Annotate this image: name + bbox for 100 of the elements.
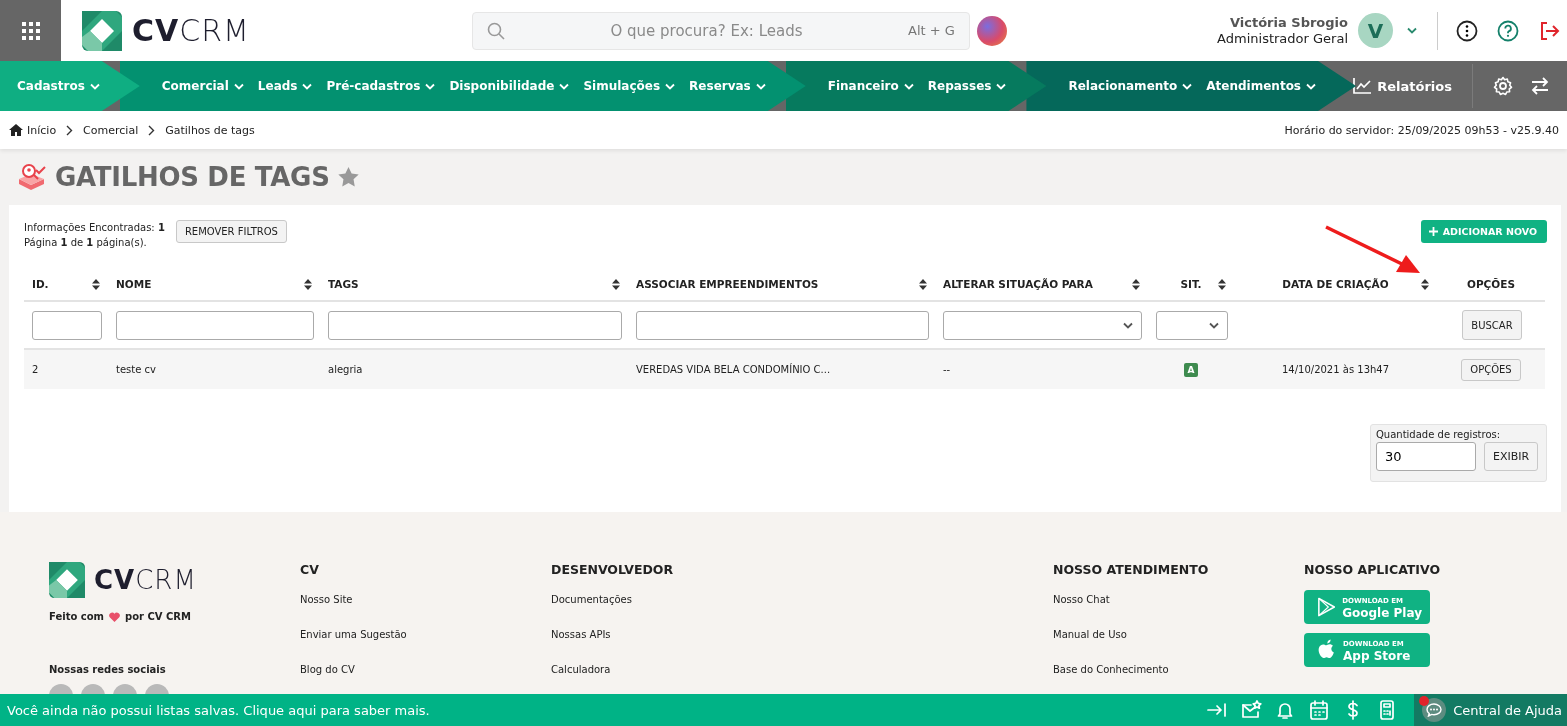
breadcrumb-link[interactable]: Comercial xyxy=(83,123,139,137)
menu-item[interactable]: Disponibilidade xyxy=(449,79,570,93)
chevron-down-icon xyxy=(755,82,766,90)
footer-heading: NOSSO ATENDIMENTO xyxy=(1053,562,1210,579)
column-header[interactable]: SIT. xyxy=(1180,278,1202,290)
footer-link[interactable]: Calculadora xyxy=(551,664,802,687)
help-icon[interactable] xyxy=(1497,19,1519,42)
chevron-down-icon xyxy=(233,82,244,90)
status-badge: A xyxy=(1183,362,1199,377)
chevron-down-icon xyxy=(903,82,914,90)
plus-icon xyxy=(1428,227,1438,236)
footer-link[interactable]: Nosso Site xyxy=(300,594,551,617)
sort-icon[interactable] xyxy=(919,278,927,290)
user-name: Victória Sbrogio xyxy=(1229,14,1348,31)
footer-link[interactable]: Base do Conhecimento xyxy=(1053,664,1304,687)
sort-icon[interactable] xyxy=(612,278,620,290)
menu-item[interactable]: Financeiro xyxy=(827,79,914,93)
server-time: Horário do servidor: 25/09/2025 09h53 - v25.9.40 xyxy=(1284,123,1559,137)
menu-item[interactable]: Comercial xyxy=(161,79,244,93)
calendar-icon[interactable] xyxy=(1308,699,1331,721)
menu-item[interactable]: Reservas xyxy=(689,79,766,93)
user-menu-chevron-icon xyxy=(1407,27,1417,34)
table-cell: -- xyxy=(943,364,951,375)
footer-credit: por CV CRM xyxy=(125,611,191,622)
footer-heading: CV xyxy=(300,562,320,579)
chevron-down-icon xyxy=(559,82,570,90)
options-button[interactable]: OPÇÕES xyxy=(1461,358,1521,381)
user-avatar[interactable]: V xyxy=(1358,13,1393,48)
menu-item[interactable]: Atendimentos xyxy=(1206,79,1316,93)
chevron-down-icon xyxy=(1123,321,1133,329)
footer-link[interactable]: Documentações xyxy=(551,594,802,617)
menu-item[interactable]: Repasses xyxy=(927,79,1007,93)
footer-link[interactable]: Blog do CV xyxy=(300,664,551,687)
menu-item[interactable]: Relacionamento xyxy=(1068,79,1193,93)
footer-link[interactable]: Nossas APIs xyxy=(551,629,802,652)
menu-item[interactable]: Leads xyxy=(257,79,313,93)
breadcrumb-link[interactable]: Início xyxy=(27,123,57,137)
chevron-down-icon xyxy=(1209,321,1219,329)
footer-link[interactable]: Nosso Chat xyxy=(1053,594,1304,617)
settings-icon[interactable] xyxy=(1493,76,1513,96)
menu-item[interactable]: Pré-cadastros xyxy=(326,79,436,93)
chevron-down-icon xyxy=(996,82,1007,90)
assistant-orb-icon[interactable] xyxy=(976,15,1007,46)
sort-icon[interactable] xyxy=(1421,278,1429,290)
page-count: Página 1 de 1 página(s). xyxy=(24,236,148,250)
search-icon xyxy=(486,21,505,40)
apps-menu-button[interactable] xyxy=(0,0,61,61)
footer-heading: DESENVOLVEDOR xyxy=(551,562,675,579)
chevron-down-icon xyxy=(665,82,676,90)
logo-icon xyxy=(49,562,85,598)
favorite-star-icon[interactable] xyxy=(337,167,359,187)
user-role: Administrador Geral xyxy=(1217,30,1348,47)
tag-check-icon xyxy=(17,163,47,191)
records-input[interactable]: 30 xyxy=(1376,442,1476,471)
column-header[interactable]: TAGS xyxy=(328,278,359,290)
sort-icon[interactable] xyxy=(1218,278,1226,290)
chat-icon xyxy=(1422,698,1447,722)
filter-select[interactable] xyxy=(943,310,1142,340)
filter-select[interactable] xyxy=(1156,310,1228,340)
swap-arrows-icon[interactable] xyxy=(1530,77,1550,95)
column-header[interactable]: ASSOCIAR EMPREENDIMENTOS xyxy=(636,278,819,290)
column-header[interactable]: ID. xyxy=(32,278,49,290)
shortcut-hint: Alt + G xyxy=(908,23,955,38)
help-center-button[interactable]: Central de Ajuda xyxy=(1414,694,1567,726)
info-icon[interactable] xyxy=(1456,19,1478,42)
search-bar[interactable]: O que procura? Ex: Leads Alt + G xyxy=(471,11,970,50)
line-chart-icon xyxy=(1353,78,1372,94)
sort-icon[interactable] xyxy=(92,278,100,290)
filter-input[interactable] xyxy=(328,310,622,340)
table-cell: 2 xyxy=(32,364,39,375)
chevron-right-icon xyxy=(148,124,156,136)
logout-icon[interactable] xyxy=(1538,19,1560,42)
search-field[interactable]: O que procura? Ex: Leads xyxy=(504,20,909,41)
footer-link[interactable]: Manual de Uso xyxy=(1053,629,1304,652)
table-cell: VEREDAS VIDA BELA CONDOMÍNIO C... xyxy=(636,364,831,375)
mail-star-icon[interactable] xyxy=(1240,699,1263,721)
filter-input[interactable] xyxy=(636,310,929,340)
sort-icon[interactable] xyxy=(1132,278,1140,290)
logo-text: CVCRM xyxy=(94,565,197,595)
table-cell: 14/10/2021 às 13h47 xyxy=(1281,364,1390,375)
sort-icon[interactable] xyxy=(304,278,312,290)
records-label: Quantidade de registros: xyxy=(1376,429,1502,440)
chevron-right-icon xyxy=(66,124,74,136)
filter-input[interactable] xyxy=(32,310,102,340)
reports-link[interactable]: Relatórios xyxy=(1353,78,1452,94)
column-header[interactable]: DATA DE CRIAÇÃO xyxy=(1282,278,1389,290)
footer-link[interactable]: Enviar uma Sugestão xyxy=(300,629,551,652)
home-icon xyxy=(9,124,23,136)
menu-item[interactable]: Simulações xyxy=(583,79,676,93)
logo-text: CVCRM xyxy=(132,13,250,48)
page-title: GATILHOS DE TAGS xyxy=(55,162,330,192)
grid-icon xyxy=(20,20,41,41)
filter-input[interactable] xyxy=(116,310,314,340)
show-button[interactable]: EXIBIR xyxy=(1484,442,1539,471)
breadcrumb-link[interactable]: Gatilhos de tags xyxy=(165,123,255,137)
remove-filters-button[interactable]: REMOVER FILTROS xyxy=(175,220,287,243)
column-header[interactable]: NOME xyxy=(116,278,152,290)
column-header[interactable]: ALTERAR SITUAÇÃO PARA xyxy=(943,278,1093,290)
search-button[interactable]: BUSCAR xyxy=(1462,310,1522,340)
chevron-down-icon xyxy=(1182,82,1193,90)
